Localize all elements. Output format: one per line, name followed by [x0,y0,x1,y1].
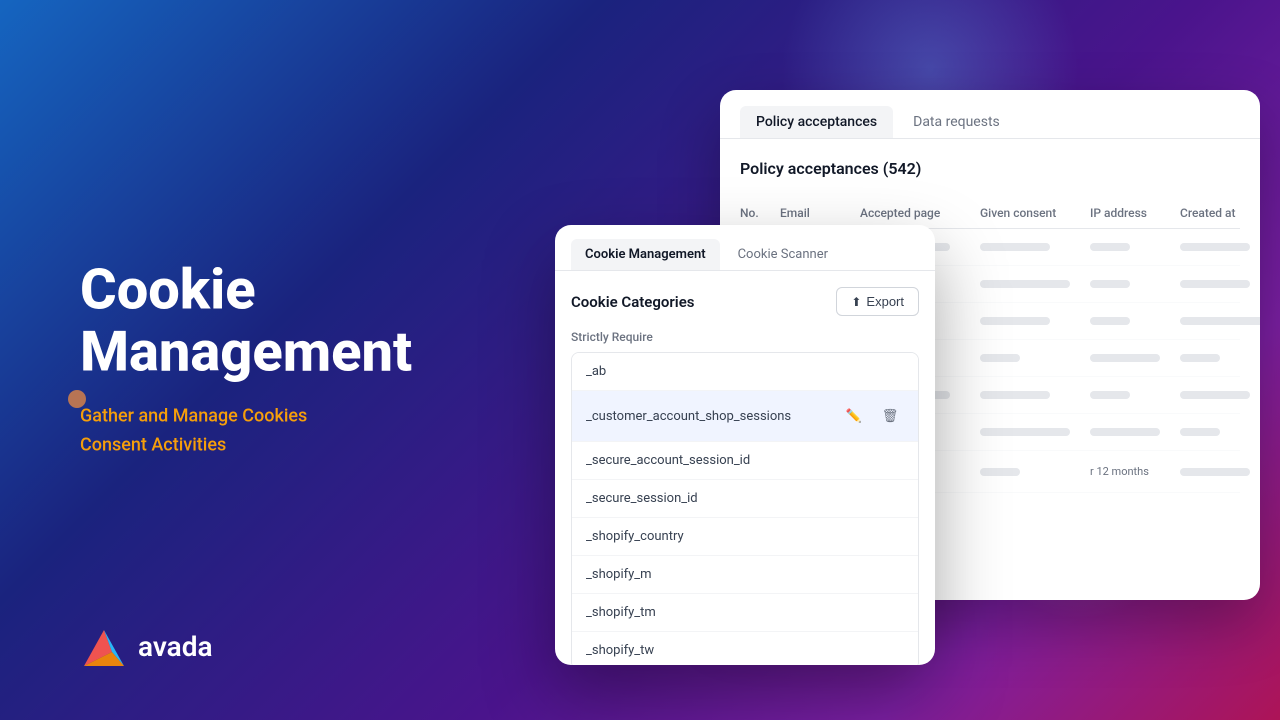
cookie-name: _secure_account_session_id [586,453,750,468]
delete-icon[interactable]: 🗑 [876,402,904,430]
tab-policy-acceptances[interactable]: Policy acceptances [740,106,893,138]
cookie-item: _ab [572,353,918,391]
export-button[interactable]: ⬆ Export [836,287,919,316]
hero-left: Cookie Management Gather and Manage Cook… [80,260,412,461]
cookie-item[interactable]: _customer_account_shop_sessions ✏️ 🗑 [572,391,918,442]
policy-tabs: Policy acceptances Data requests [720,90,1260,139]
col-email: Email [780,206,860,220]
tab-cookie-scanner[interactable]: Cookie Scanner [724,239,842,270]
cookie-item: _secure_session_id [572,480,918,518]
cookie-categories-title: Cookie Categories [571,293,694,311]
cookie-name: _ab [586,364,606,379]
section-label: Strictly Require [571,330,919,344]
hero-subtitle: Gather and Manage Cookies Consent Activi… [80,403,412,461]
brand-logo: avada [80,622,213,670]
cookie-item: _secure_account_session_id [572,442,918,480]
tab-data-requests[interactable]: Data requests [897,106,1016,138]
cookie-item: _shopify_tm [572,594,918,632]
cookie-name: _secure_session_id [586,491,698,506]
hero-subtitle-line2: Consent Activities [80,435,226,456]
cookie-body: Cookie Categories ⬆ Export Strictly Requ… [555,271,935,665]
cookie-name: _shopify_m [586,567,652,582]
col-no: No. [740,206,780,220]
cookie-item-actions: ✏️ 🗑 [840,402,904,430]
hero-subtitle-line1: Gather and Manage Cookies [80,406,307,427]
edit-icon[interactable]: ✏️ [840,402,868,430]
export-icon: ⬆ [851,295,861,309]
col-created-at: Created at [1180,206,1260,220]
hero-title-line2: Management [80,318,412,384]
cookie-name: _customer_account_shop_sessions [586,409,791,424]
cookie-item: _shopify_tw [572,632,918,665]
avada-logo-icon [80,622,128,670]
cookie-header-row: Cookie Categories ⬆ Export [571,287,919,316]
export-label: Export [866,294,904,309]
cookie-name: _shopify_tw [586,643,654,658]
cookie-name: _shopify_tm [586,605,656,620]
col-accepted-page: Accepted page [860,206,980,220]
cookie-name: _shopify_country [586,529,684,544]
tab-cookie-management[interactable]: Cookie Management [571,239,720,270]
deco-circle [68,390,86,408]
hero-title-line1: Cookie [80,257,256,323]
col-given-consent: Given consent [980,206,1090,220]
brand-name: avada [138,630,213,663]
cookie-panel: Cookie Management Cookie Scanner Cookie … [555,225,935,665]
cookie-tabs: Cookie Management Cookie Scanner [555,225,935,271]
cookie-item: _shopify_m [572,556,918,594]
col-ip-address: IP address [1090,206,1180,220]
cookie-list: _ab _customer_account_shop_sessions ✏️ 🗑… [571,352,919,665]
cookie-item: _shopify_country [572,518,918,556]
hero-title: Cookie Management [80,260,412,383]
policy-heading: Policy acceptances (542) [740,159,1240,178]
